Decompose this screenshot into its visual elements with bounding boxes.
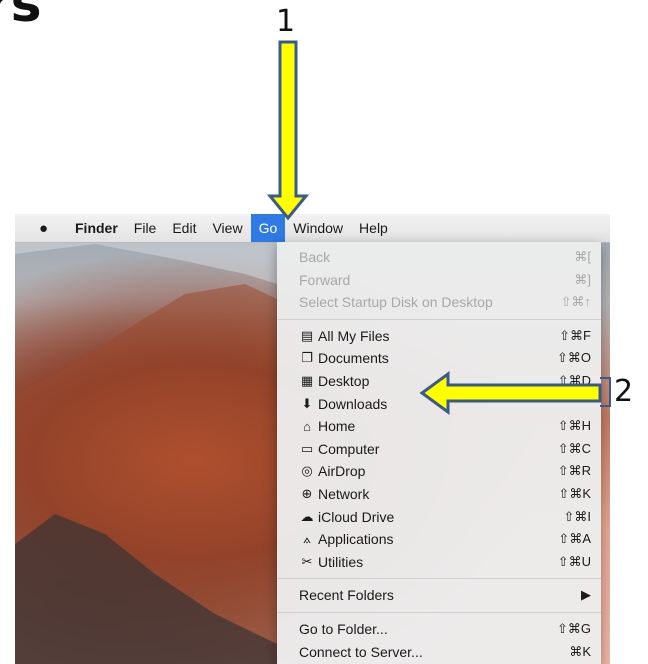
step-2-label: 2 — [614, 374, 634, 409]
annotation-arrows — [266, 40, 611, 415]
arrow-2 — [419, 371, 602, 415]
arrow-1 — [266, 40, 310, 221]
step-1-label: 1 — [276, 4, 296, 39]
